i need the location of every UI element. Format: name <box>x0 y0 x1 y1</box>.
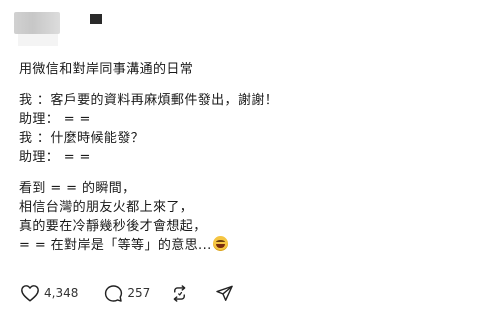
post-body: 用微信和對岸同事溝通的日常 我 ：客戶要的資料再麻煩郵件發出，謝謝！ 助理： =… <box>19 60 479 255</box>
post-line: 助理： = = <box>19 150 91 165</box>
post-line: 我 ：客戶要的資料再麻煩郵件發出，謝謝！ <box>19 93 279 108</box>
comment-button[interactable]: 257 <box>104 284 150 303</box>
post-line-last: = = 在對岸是「等等」的意思... <box>19 236 479 255</box>
post-header <box>14 12 134 48</box>
heart-icon <box>21 285 39 302</box>
comment-icon <box>105 284 123 302</box>
post-line: 真的要在冷靜幾秒後才會想起， <box>19 219 207 234</box>
post-line: 我 ：什麼時候能發？ <box>19 131 145 146</box>
like-button[interactable]: 4,348 <box>20 284 78 302</box>
grinning-sweat-emoji <box>212 236 228 251</box>
repost-button[interactable] <box>170 284 189 303</box>
action-bar: 4,348 257 <box>20 283 254 303</box>
post-line: 相信台灣的朋友火都上來了， <box>19 200 194 215</box>
avatar[interactable] <box>14 12 60 34</box>
post-line: 看到 = = 的瞬間， <box>19 181 136 196</box>
username-redacted[interactable] <box>90 14 102 24</box>
send-icon <box>216 285 233 301</box>
post-gap <box>19 167 479 179</box>
post-gap <box>19 79 479 91</box>
avatar-blur <box>18 34 58 46</box>
repost-icon <box>173 284 186 302</box>
post-line-text: = = 在對岸是「等等」的意思... <box>19 238 212 253</box>
share-button[interactable] <box>215 284 234 303</box>
post-line: 用微信和對岸同事溝通的日常 <box>19 62 194 77</box>
like-count: 4,348 <box>44 286 79 300</box>
comment-count: 257 <box>127 286 151 300</box>
post-line: 助理： = = <box>19 112 91 127</box>
